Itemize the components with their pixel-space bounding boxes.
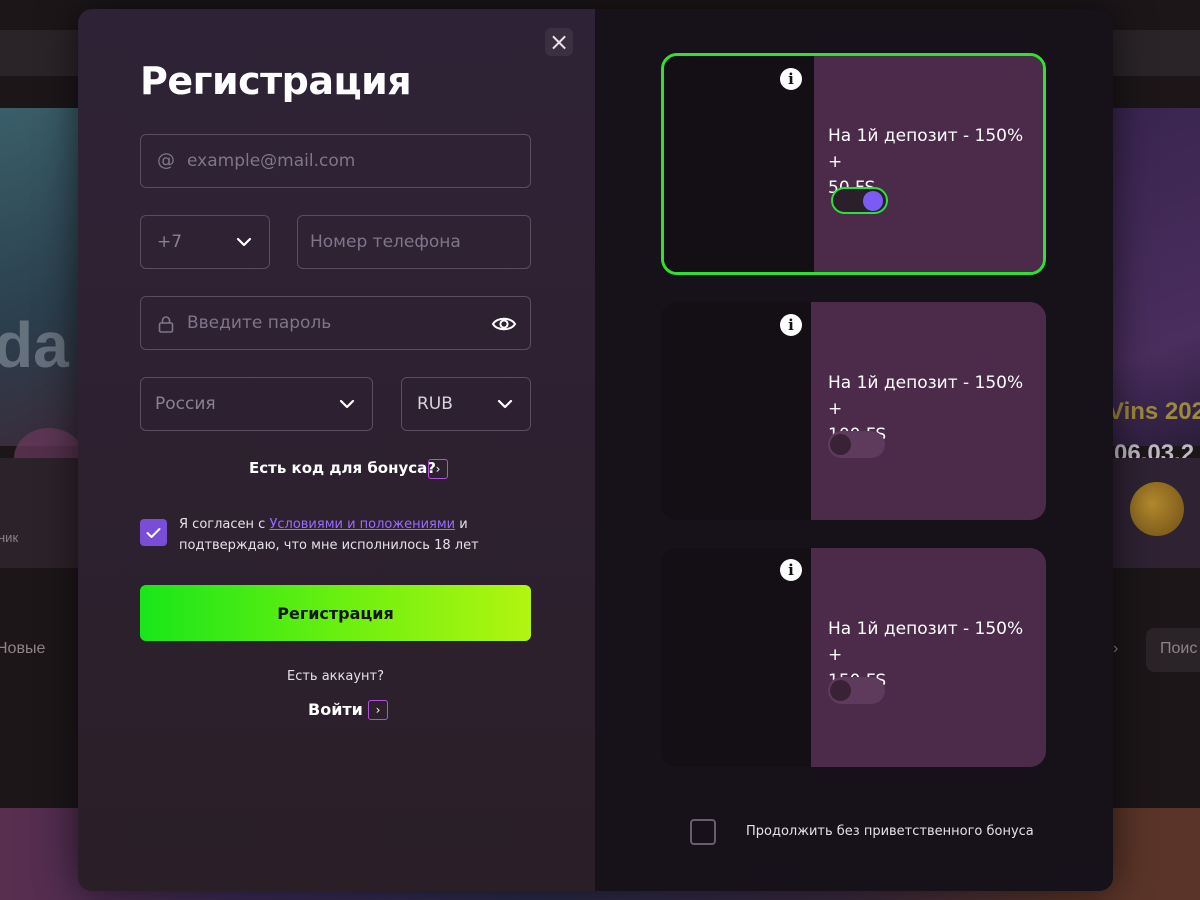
registration-form-pane: × Регистрация @ example@mail.com +7 Номе…	[78, 9, 595, 891]
bonus-title-line1: На 1й депозит - 150% +	[828, 126, 1024, 172]
chevron-down-icon	[497, 399, 513, 409]
bg-banner-right: Vins 202 06.03.2	[1108, 108, 1200, 467]
info-icon[interactable]: i	[780, 559, 802, 581]
phone-field[interactable]: Номер телефона	[297, 215, 531, 269]
bg-pot-image	[1130, 482, 1184, 536]
chevron-right-icon[interactable]: ›	[368, 700, 388, 720]
country-select[interactable]: Россия	[140, 377, 373, 431]
password-field[interactable]: Введите пароль	[140, 296, 531, 350]
agree-text-before: Я согласен с	[179, 517, 270, 532]
phone-code-value: +7	[157, 232, 183, 252]
bonus-selection-pane: i На 1й депозит - 150% +50 FS i На 1й де…	[595, 9, 1113, 891]
agree-checkbox[interactable]	[140, 519, 167, 546]
bonus-code-link[interactable]: Есть код для бонуса?	[249, 459, 436, 477]
country-value: Россия	[155, 394, 216, 414]
lock-icon	[158, 316, 174, 333]
register-button[interactable]: Регистрация	[140, 585, 531, 641]
bg-tab-new: Новые	[0, 640, 46, 657]
bg-banner-left: da	[0, 108, 84, 488]
currency-select[interactable]: RUB	[401, 377, 531, 431]
bonus-title-line1: На 1й депозит - 150% +	[828, 619, 1024, 665]
bg-banner-text: da	[0, 309, 69, 381]
chevron-down-icon	[236, 237, 252, 247]
info-icon[interactable]: i	[780, 68, 802, 90]
login-link[interactable]: Войти	[308, 700, 363, 719]
bg-banner-right-line1: Vins 202	[1108, 398, 1200, 425]
phone-code-select[interactable]: +7	[140, 215, 270, 269]
bonus-toggle[interactable]	[828, 431, 885, 458]
close-button[interactable]: ×	[545, 28, 573, 56]
agree-text: Я согласен с Условиями и положениями и п…	[179, 514, 509, 556]
bonus-toggle[interactable]	[828, 677, 885, 704]
terms-link[interactable]: Условиями и положениями	[269, 517, 455, 532]
registration-modal: × Регистрация @ example@mail.com +7 Номе…	[78, 9, 1113, 891]
bg-tab-arrow: ›	[1113, 640, 1119, 657]
email-field[interactable]: @ example@mail.com	[140, 134, 531, 188]
bonus-card[interactable]: i На 1й депозит - 150% +50 FS	[661, 53, 1046, 275]
toggle-knob	[830, 434, 851, 455]
password-placeholder: Введите пароль	[187, 313, 332, 333]
bonus-title-line1: На 1й депозит - 150% +	[828, 373, 1024, 419]
chevron-right-icon[interactable]: ›	[428, 459, 448, 479]
chevron-down-icon	[339, 399, 355, 409]
close-icon: ×	[548, 28, 570, 56]
bg-search-tab: Поис	[1146, 628, 1200, 672]
toggle-knob	[830, 680, 851, 701]
check-icon	[146, 527, 161, 538]
bg-promo-card: ник	[0, 458, 78, 568]
bonus-toggle[interactable]	[831, 187, 888, 214]
no-bonus-checkbox[interactable]	[690, 819, 716, 845]
phone-placeholder: Номер телефона	[310, 232, 461, 252]
currency-value: RUB	[417, 394, 453, 414]
bg-promo-label: ник	[0, 530, 19, 545]
has-account-text: Есть аккаунт?	[286, 669, 385, 684]
no-bonus-label: Продолжить без приветственного бонуса	[746, 824, 1034, 839]
bonus-card[interactable]: i На 1й депозит - 150% +150 FS	[661, 548, 1046, 767]
at-icon: @	[157, 150, 175, 171]
page-title: Регистрация	[140, 59, 412, 103]
bonus-card[interactable]: i На 1й депозит - 150% +100 FS	[661, 302, 1046, 520]
eye-icon[interactable]	[491, 313, 517, 335]
info-icon[interactable]: i	[780, 314, 802, 336]
bg-search-label: Поис	[1160, 640, 1198, 657]
email-placeholder: example@mail.com	[187, 151, 356, 171]
toggle-knob	[863, 191, 883, 211]
